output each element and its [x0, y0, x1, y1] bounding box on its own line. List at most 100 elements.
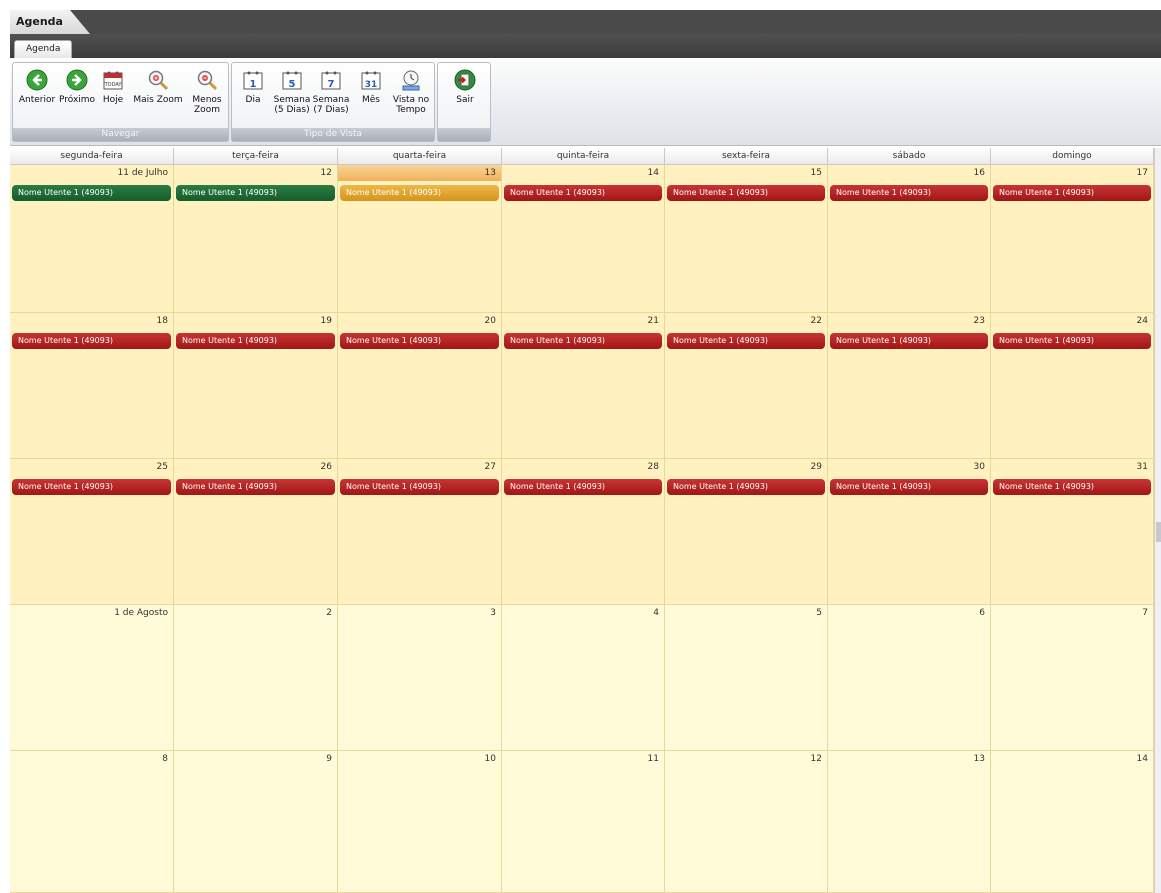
calendar-day-cell[interactable]: 12 Nome Utente 1 (49093): [174, 165, 338, 313]
scrollbar-thumb[interactable]: [1156, 522, 1161, 542]
calendar-day-cell[interactable]: 14 Nome Utente 1 (49093): [502, 165, 665, 313]
appointment-event[interactable]: Nome Utente 1 (49093): [504, 479, 662, 495]
calendar-month-icon: 31: [361, 71, 381, 90]
week7-view-button[interactable]: 7 Semana (7 Dias): [312, 69, 350, 115]
day-view-label: Dia: [245, 95, 261, 105]
calendar-day-cell[interactable]: 25 Nome Utente 1 (49093): [10, 459, 174, 605]
week7-view-label: Semana (7 Dias): [312, 95, 350, 115]
calendar-day-cell[interactable]: 10: [338, 751, 502, 893]
week5-view-button[interactable]: 5 Semana (5 Dias): [272, 69, 312, 115]
appointment-event[interactable]: Nome Utente 1 (49093): [176, 333, 335, 349]
appointment-event[interactable]: Nome Utente 1 (49093): [12, 333, 171, 349]
day-number: 26: [320, 462, 332, 472]
calendar-day-cell[interactable]: 28 Nome Utente 1 (49093): [502, 459, 665, 605]
day-number: 19: [320, 316, 332, 326]
day-number: 4: [653, 608, 659, 618]
next-button[interactable]: Próximo: [57, 69, 97, 105]
appointment-event[interactable]: Nome Utente 1 (49093): [667, 479, 825, 495]
calendar-day-cell[interactable]: 9: [174, 751, 338, 893]
appointment-event[interactable]: Nome Utente 1 (49093): [504, 185, 662, 201]
day-number: 7: [1142, 608, 1148, 618]
today-button[interactable]: TODAY Hoje: [97, 69, 129, 105]
calendar-day-cell[interactable]: 2: [174, 605, 338, 751]
appointment-event[interactable]: Nome Utente 1 (49093): [12, 185, 171, 201]
day-number: 10: [484, 754, 496, 764]
calendar-day-cell[interactable]: 11: [502, 751, 665, 893]
calendar-day-cell[interactable]: 12: [665, 751, 828, 893]
agenda-app: Agenda Agenda Anterior Próximo TODAY Hoj…: [0, 0, 1161, 893]
appointment-event[interactable]: Nome Utente 1 (49093): [993, 479, 1151, 495]
calendar-day-cell[interactable]: 17 Nome Utente 1 (49093): [991, 165, 1154, 313]
vertical-scrollbar[interactable]: [1154, 148, 1161, 893]
calendar-day-cell[interactable]: 1 de Agosto: [10, 605, 174, 751]
appointment-event[interactable]: Nome Utente 1 (49093): [830, 185, 988, 201]
calendar-day-cell[interactable]: 7: [991, 605, 1154, 751]
calendar-day-cell[interactable]: 13: [828, 751, 991, 893]
calendar-day-cell[interactable]: 5: [665, 605, 828, 751]
calendar-day-cell[interactable]: 26 Nome Utente 1 (49093): [174, 459, 338, 605]
day-number: 21: [647, 316, 659, 326]
appointment-event[interactable]: Nome Utente 1 (49093): [993, 333, 1151, 349]
day-number: 5: [816, 608, 822, 618]
calendar-week5-icon: 5: [282, 71, 302, 90]
day-view-button[interactable]: 1 Dia: [238, 69, 268, 105]
tab-agenda[interactable]: Agenda: [14, 40, 73, 59]
calendar-day-cell[interactable]: 8: [10, 751, 174, 893]
appointment-event[interactable]: Nome Utente 1 (49093): [667, 185, 825, 201]
calendar-day-cell[interactable]: 18 Nome Utente 1 (49093): [10, 313, 174, 459]
day-number: 27: [484, 462, 496, 472]
zoom-out-button[interactable]: Menos Zoom: [187, 69, 227, 115]
calendar-today-icon: TODAY: [103, 71, 123, 90]
calendar-day-cell[interactable]: 22 Nome Utente 1 (49093): [665, 313, 828, 459]
exit-icon: [454, 69, 476, 91]
calendar-day-cell[interactable]: 14: [991, 751, 1154, 893]
timeline-view-label: Vista no Tempo: [392, 95, 430, 115]
calendar-day-cell[interactable]: 24 Nome Utente 1 (49093): [991, 313, 1154, 459]
previous-button[interactable]: Anterior: [15, 69, 59, 105]
appointment-event[interactable]: Nome Utente 1 (49093): [176, 185, 335, 201]
appointment-event[interactable]: Nome Utente 1 (49093): [667, 333, 825, 349]
calendar-day-cell[interactable]: 31 Nome Utente 1 (49093): [991, 459, 1154, 605]
zoom-in-button[interactable]: Mais Zoom: [131, 69, 185, 105]
calendar-day-cell[interactable]: 4: [502, 605, 665, 751]
calendar-day-cell[interactable]: 6: [828, 605, 991, 751]
day-number: 18: [156, 316, 168, 326]
appointment-event[interactable]: Nome Utente 1 (49093): [12, 479, 171, 495]
appointment-event[interactable]: Nome Utente 1 (49093): [176, 479, 335, 495]
exit-label: Sair: [456, 95, 474, 105]
timeline-view-button[interactable]: Vista no Tempo: [390, 69, 432, 115]
window-title: Agenda: [16, 15, 63, 28]
calendar-day-cell[interactable]: 30 Nome Utente 1 (49093): [828, 459, 991, 605]
appointment-event[interactable]: Nome Utente 1 (49093): [993, 185, 1151, 201]
calendar-day-cell[interactable]: 11 de Julho Nome Utente 1 (49093): [10, 165, 174, 313]
appointment-event[interactable]: Nome Utente 1 (49093): [340, 333, 499, 349]
group-navegar-caption: Navegar: [13, 128, 228, 141]
day-number: 3: [490, 608, 496, 618]
day-number: 9: [326, 754, 332, 764]
calendar-day-cell[interactable]: 13 Nome Utente 1 (49093): [338, 165, 502, 313]
calendar-day-cell[interactable]: 27 Nome Utente 1 (49093): [338, 459, 502, 605]
calendar-day-cell[interactable]: 16 Nome Utente 1 (49093): [828, 165, 991, 313]
weekday-header: sábado: [828, 148, 991, 165]
month-view-button[interactable]: 31 Mês: [356, 69, 386, 105]
calendar-day-cell[interactable]: 15 Nome Utente 1 (49093): [665, 165, 828, 313]
calendar-day-cell[interactable]: 29 Nome Utente 1 (49093): [665, 459, 828, 605]
appointment-event[interactable]: Nome Utente 1 (49093): [830, 333, 988, 349]
appointment-event[interactable]: Nome Utente 1 (49093): [830, 479, 988, 495]
day-number: 22: [810, 316, 822, 326]
appointment-event[interactable]: Nome Utente 1 (49093): [340, 185, 499, 201]
svg-text:31: 31: [365, 80, 378, 90]
group-exit: Sair: [437, 62, 491, 142]
calendar-day-cell[interactable]: 19 Nome Utente 1 (49093): [174, 313, 338, 459]
calendar-day-cell[interactable]: 23 Nome Utente 1 (49093): [828, 313, 991, 459]
calendar-day-cell[interactable]: 3: [338, 605, 502, 751]
exit-button[interactable]: Sair: [444, 69, 486, 105]
day-number: 13: [484, 168, 496, 178]
calendar-day-cell[interactable]: 20 Nome Utente 1 (49093): [338, 313, 502, 459]
day-number: 6: [979, 608, 985, 618]
day-number: 12: [320, 168, 332, 178]
day-number: 15: [810, 168, 822, 178]
calendar-day-cell[interactable]: 21 Nome Utente 1 (49093): [502, 313, 665, 459]
appointment-event[interactable]: Nome Utente 1 (49093): [340, 479, 499, 495]
appointment-event[interactable]: Nome Utente 1 (49093): [504, 333, 662, 349]
